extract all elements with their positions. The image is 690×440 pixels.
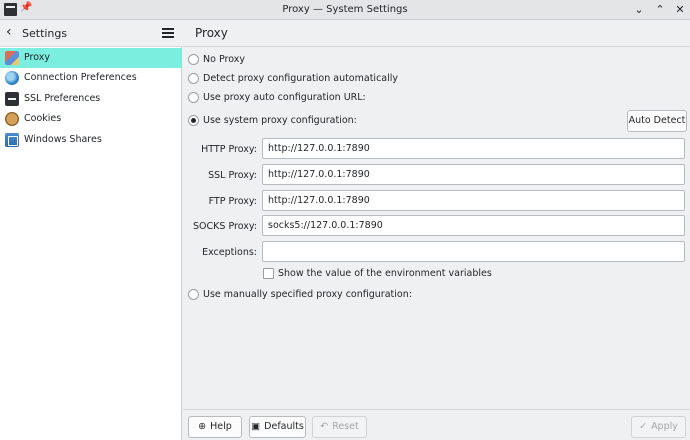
apply-label: Apply — [651, 421, 678, 432]
sidebar-item-label: Windows Shares — [24, 134, 102, 145]
detect-auto-label[interactable]: Detect proxy configuration automatically — [203, 73, 398, 84]
sidebar-item-label: Connection Preferences — [24, 72, 137, 83]
window-title: Proxy — System Settings — [282, 4, 408, 15]
help-icon: ⊕ — [198, 421, 207, 432]
close-icon[interactable]: ✕ — [672, 2, 688, 18]
window-titlebar[interactable]: 📌 Proxy — System Settings ⌄ ⌃ ✕ — [0, 0, 690, 20]
globe-icon — [5, 71, 19, 85]
auto-config-url-radio[interactable] — [188, 92, 199, 103]
ssl-proxy-input[interactable] — [262, 164, 685, 185]
apply-button[interactable]: ✓ Apply — [631, 416, 686, 438]
system-proxy-radio[interactable] — [188, 115, 199, 126]
ftp-proxy-label: FTP Proxy: — [208, 196, 257, 207]
sidebar-item-label: Proxy — [24, 52, 51, 63]
windows-shares-icon — [5, 133, 19, 147]
sidebar-item-windows-shares[interactable]: Windows Shares — [0, 130, 182, 150]
ssl-proxy-label: SSL Proxy: — [208, 170, 257, 181]
manual-proxy-label[interactable]: Use manually specified proxy configurati… — [203, 289, 412, 300]
terminal-icon — [5, 92, 19, 106]
main-panel: Proxy No Proxy Detect proxy configuratio… — [183, 20, 690, 440]
sidebar-item-label: SSL Preferences — [24, 93, 101, 104]
defaults-label: Defaults — [264, 421, 304, 432]
maximize-icon[interactable]: ⌃ — [652, 2, 668, 18]
no-proxy-radio[interactable] — [188, 54, 199, 65]
auto-config-url-label[interactable]: Use proxy auto configuration URL: — [203, 92, 366, 103]
sidebar-title: Settings — [22, 27, 68, 40]
help-button[interactable]: ⊕ Help — [188, 416, 242, 438]
defaults-icon: ▣ — [251, 421, 261, 432]
manual-proxy-radio[interactable] — [188, 289, 199, 300]
reset-label: Reset — [332, 421, 359, 432]
proxy-icon — [5, 51, 19, 65]
http-proxy-label: HTTP Proxy: — [201, 144, 257, 155]
reset-button[interactable]: ↶ Reset — [312, 416, 367, 438]
no-proxy-label[interactable]: No Proxy — [203, 54, 245, 65]
back-arrow-icon[interactable]: ‹ — [6, 25, 12, 39]
socks-proxy-label: SOCKS Proxy: — [193, 221, 257, 232]
help-label: Help — [210, 421, 232, 432]
sidebar-item-cookies[interactable]: Cookies — [0, 109, 182, 129]
sidebar: ‹ Settings Proxy Connection Preferences … — [0, 20, 182, 440]
detect-auto-radio[interactable] — [188, 73, 199, 84]
cookie-icon — [5, 112, 19, 126]
auto-detect-button[interactable]: Auto Detect — [627, 110, 687, 132]
system-proxy-label[interactable]: Use system proxy configuration: — [203, 115, 357, 126]
http-proxy-input[interactable] — [262, 138, 685, 159]
minimize-icon[interactable]: ⌄ — [631, 2, 647, 18]
socks-proxy-input[interactable] — [262, 215, 685, 236]
page-title: Proxy — [195, 26, 228, 40]
apply-icon: ✓ — [639, 421, 648, 432]
hamburger-menu-icon[interactable] — [162, 28, 174, 38]
sidebar-item-connection-preferences[interactable]: Connection Preferences — [0, 68, 182, 88]
exceptions-label: Exceptions: — [202, 247, 257, 258]
show-env-vars-label[interactable]: Show the value of the environment variab… — [278, 268, 492, 279]
sidebar-header: ‹ Settings — [0, 20, 182, 47]
sidebar-item-label: Cookies — [24, 113, 62, 124]
defaults-button[interactable]: ▣ Defaults — [249, 416, 306, 438]
sidebar-item-ssl-preferences[interactable]: SSL Preferences — [0, 89, 182, 109]
sidebar-item-proxy[interactable]: Proxy — [0, 48, 182, 68]
main-header: Proxy — [183, 20, 690, 47]
exceptions-input[interactable] — [262, 241, 685, 262]
show-env-vars-checkbox[interactable] — [263, 268, 274, 279]
reset-icon: ↶ — [320, 421, 329, 432]
ftp-proxy-input[interactable] — [262, 190, 685, 211]
footer-bar: ⊕ Help ▣ Defaults ↶ Reset ✓ Apply — [183, 409, 690, 440]
